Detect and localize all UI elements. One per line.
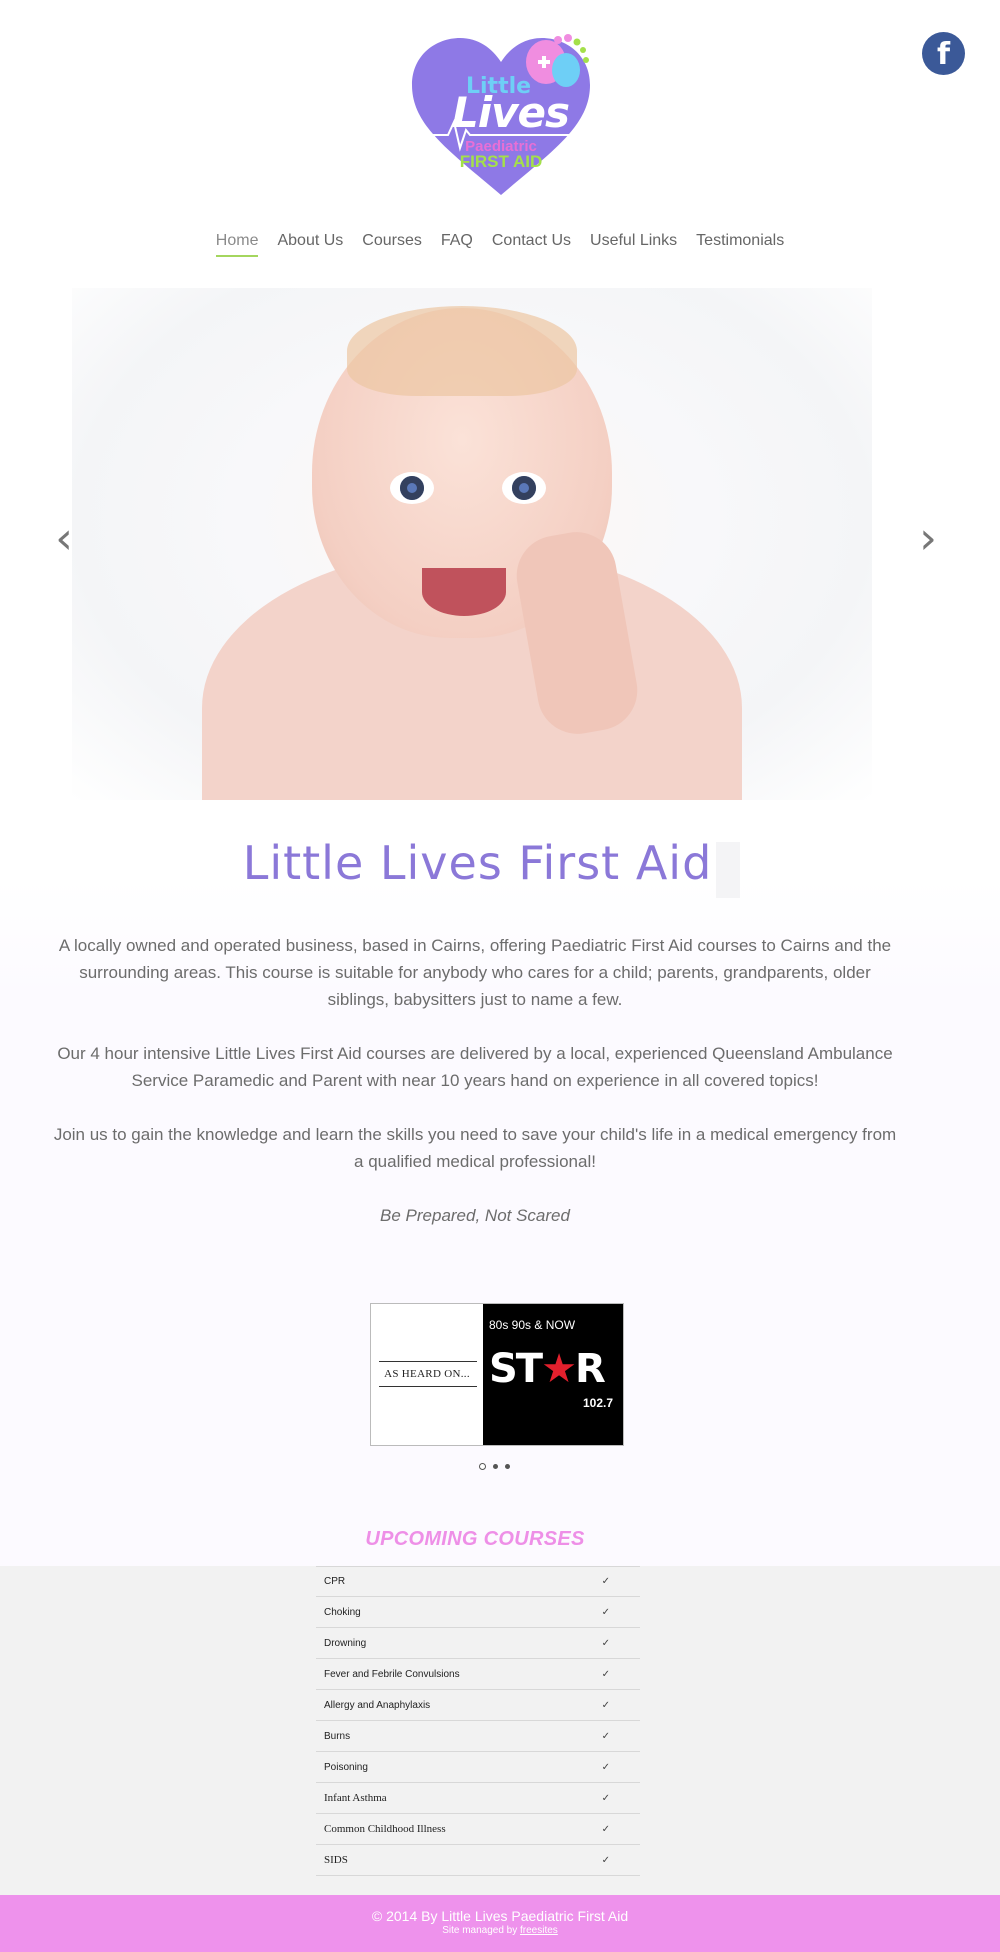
- radio-era-text: 80s 90s & NOW: [489, 1318, 576, 1332]
- facebook-icon[interactable]: f: [922, 32, 965, 75]
- chevron-left-icon[interactable]: ‹: [44, 512, 84, 564]
- course-name: Common Childhood Illness: [324, 1823, 446, 1835]
- course-name: Allergy and Anaphylaxis: [324, 1699, 431, 1711]
- course-name: Fever and Febrile Convulsions: [324, 1668, 460, 1680]
- as-heard-on-text: AS HEARD ON...: [384, 1368, 470, 1380]
- courses-table: CPR ✓ Choking ✓ Drowning ✓ Fever and Febril…: [316, 1566, 640, 1876]
- footer-copyright: © 2014 By Little Lives Paediatric First …: [371, 1908, 629, 1924]
- check-icon: ✓: [601, 1761, 610, 1773]
- nav-useful-links[interactable]: Useful Links: [590, 232, 677, 257]
- nav-faq[interactable]: FAQ: [441, 232, 473, 257]
- course-name: SIDS: [324, 1854, 348, 1866]
- nav-testimonials[interactable]: Testimonials: [696, 232, 784, 257]
- page-title: Little Lives First Aid: [242, 836, 713, 890]
- logo-first-aid-text: FIRST AID: [459, 152, 543, 171]
- radio-station-name: ST★R: [489, 1346, 606, 1392]
- title-decoration: [716, 842, 740, 898]
- table-row: Common Childhood Illness ✓: [316, 1814, 640, 1845]
- check-icon: ✓: [601, 1668, 610, 1680]
- carousel-dot[interactable]: [479, 1463, 486, 1470]
- intro-text: A locally owned and operated business, b…: [50, 932, 900, 1256]
- check-icon: ✓: [601, 1854, 610, 1866]
- radio-frequency: 102.7: [583, 1396, 614, 1410]
- course-name: Choking: [324, 1606, 361, 1618]
- course-name: Poisoning: [324, 1761, 368, 1773]
- freesites-link[interactable]: freesites: [520, 1925, 558, 1936]
- table-row: Drowning ✓: [316, 1628, 640, 1659]
- table-row: Choking ✓: [316, 1597, 640, 1628]
- intro-paragraph: Our 4 hour intensive Little Lives First …: [57, 1044, 893, 1090]
- carousel-dots: [479, 1463, 510, 1470]
- check-icon: ✓: [601, 1699, 610, 1711]
- course-name: CPR: [324, 1576, 346, 1587]
- table-row: Poisoning ✓: [316, 1752, 640, 1783]
- chevron-right-icon[interactable]: ›: [908, 512, 948, 564]
- as-heard-on-badge[interactable]: AS HEARD ON... 80s 90s & NOW ST★R 102.7: [370, 1303, 624, 1446]
- logo-lives-text: Lives: [452, 88, 570, 137]
- check-icon: ✓: [601, 1823, 610, 1835]
- nav-contact-us[interactable]: Contact Us: [492, 232, 571, 257]
- facebook-glyph: f: [936, 37, 951, 72]
- upcoming-courses-title: UPCOMING COURSES: [365, 1528, 585, 1550]
- check-icon: ✓: [601, 1730, 610, 1742]
- table-row: Infant Asthma ✓: [316, 1783, 640, 1814]
- intro-paragraph: A locally owned and operated business, b…: [58, 936, 892, 1009]
- course-name: Drowning: [324, 1637, 367, 1649]
- motto: Be Prepared, Not Scared: [380, 1206, 570, 1225]
- star-icon: ★: [541, 1346, 577, 1392]
- table-row: CPR ✓: [316, 1566, 640, 1597]
- carousel-dot[interactable]: [493, 1464, 498, 1469]
- nav-courses[interactable]: Courses: [362, 232, 422, 257]
- check-icon: ✓: [601, 1606, 610, 1618]
- table-row: Burns ✓: [316, 1721, 640, 1752]
- nav-about-us[interactable]: About Us: [277, 232, 343, 257]
- footer: © 2014 By Little Lives Paediatric First …: [0, 1895, 1000, 1952]
- intro-paragraph: Join us to gain the knowledge and learn …: [53, 1125, 897, 1171]
- baby-photo: [72, 288, 872, 800]
- check-icon: ✓: [601, 1576, 610, 1587]
- table-row: SIDS ✓: [316, 1845, 640, 1876]
- table-row: Fever and Febrile Convulsions ✓: [316, 1659, 640, 1690]
- prev-glyph: ‹: [55, 512, 73, 564]
- table-row: Allergy and Anaphylaxis ✓: [316, 1690, 640, 1721]
- site-logo[interactable]: Little Lives Paediatric FIRST AID: [408, 30, 594, 200]
- hero-slider: [72, 288, 872, 800]
- check-icon: ✓: [601, 1637, 610, 1649]
- nav-home[interactable]: Home: [215, 232, 259, 257]
- main-nav: Home About Us Courses FAQ Contact Us Use…: [0, 232, 1000, 257]
- star-radio-logo: 80s 90s & NOW ST★R 102.7: [483, 1304, 623, 1445]
- next-glyph: ›: [919, 512, 937, 564]
- footer-managed: Site managed by freesites: [442, 1925, 558, 1936]
- check-icon: ✓: [601, 1792, 610, 1804]
- carousel-dot[interactable]: [505, 1464, 510, 1469]
- course-name: Burns: [324, 1730, 351, 1742]
- course-name: Infant Asthma: [324, 1792, 387, 1804]
